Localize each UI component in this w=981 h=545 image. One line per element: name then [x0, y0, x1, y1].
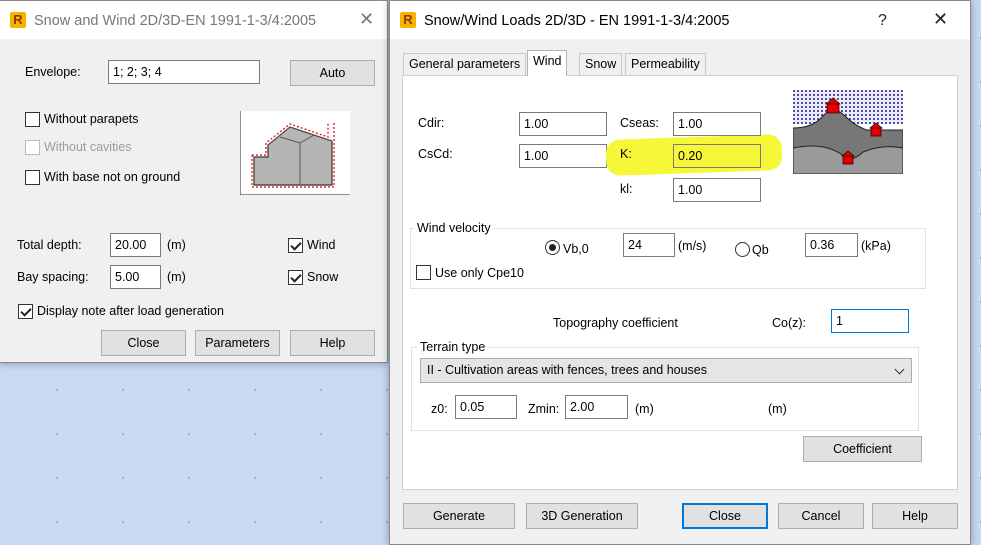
wind-checkbox[interactable] [288, 238, 303, 253]
terrain-type-group: Terrain type II - Cultivation areas with… [411, 340, 919, 431]
cseas-label: Cseas: [620, 116, 659, 130]
vb0-field[interactable]: 24 [623, 233, 675, 257]
terrain-type-group-label: Terrain type [417, 340, 489, 354]
cscd-label: CsCd: [418, 147, 453, 161]
wind-tab-panel: Cdir: 1.00 CsCd: 1.00 Cseas: 1.00 K: 0.2… [402, 75, 958, 490]
total-depth-field[interactable]: 20.00 [110, 233, 161, 257]
display-note-label: Display note after load generation [37, 304, 224, 318]
back-close-button[interactable]: Close [101, 330, 186, 356]
3d-generation-button[interactable]: 3D Generation [526, 503, 638, 529]
qb-unit: (kPa) [861, 239, 891, 253]
z0-label: z0: [431, 402, 448, 416]
back-dialog-titlebar[interactable]: R Snow and Wind 2D/3D-EN 1991-1-3/4:2005… [0, 1, 387, 39]
main-dialog-titlebar[interactable]: R Snow/Wind Loads 2D/3D - EN 1991-1-3/4:… [390, 1, 970, 39]
cancel-button[interactable]: Cancel [778, 503, 864, 529]
coefficient-button[interactable]: Coefficient [803, 436, 922, 462]
without-parapets-checkbox[interactable] [25, 112, 40, 127]
terrain-illustration-image [793, 90, 903, 174]
coz-label: Co(z): [772, 316, 807, 330]
total-depth-label: Total depth: [17, 238, 82, 252]
extra-unit: (m) [768, 402, 787, 416]
help-button[interactable]: Help [872, 503, 958, 529]
cseas-field[interactable]: 1.00 [673, 112, 761, 136]
coz-field[interactable]: 1 [831, 309, 909, 333]
bay-spacing-field[interactable]: 5.00 [110, 265, 161, 289]
use-only-cpe10-checkbox[interactable] [416, 265, 431, 280]
close-button[interactable]: Close [682, 503, 768, 529]
k-field[interactable]: 0.20 [673, 144, 761, 168]
wind-label: Wind [307, 238, 336, 252]
snow-wind-loads-dialog: R Snow/Wind Loads 2D/3D - EN 1991-1-3/4:… [389, 0, 971, 545]
use-only-cpe10-label: Use only Cpe10 [435, 266, 524, 280]
tab-permeability[interactable]: Permeability [625, 53, 706, 75]
back-help-button[interactable]: Help [290, 330, 375, 356]
snow-wind-dialog-back: R Snow and Wind 2D/3D-EN 1991-1-3/4:2005… [0, 0, 388, 363]
snow-label: Snow [307, 270, 339, 284]
kl-label: kl: [620, 182, 633, 196]
qb-label: Qb [752, 243, 769, 257]
tab-general-parameters[interactable]: General parameters [403, 53, 527, 75]
without-cavities-checkbox [25, 140, 40, 155]
main-dialog-title: Snow/Wind Loads 2D/3D - EN 1991-1-3/4:20… [424, 13, 730, 29]
z0-field[interactable]: 0.05 [455, 395, 517, 419]
parameters-button[interactable]: Parameters [195, 330, 280, 356]
topography-coefficient-label: Topography coefficient [553, 316, 678, 330]
terrain-type-dropdown[interactable]: II - Cultivation areas with fences, tree… [420, 358, 912, 383]
wind-velocity-group: Wind velocity Vb,0 24 (m/s) Qb 0.36 (kPa… [410, 221, 926, 289]
vb0-unit: (m/s) [678, 239, 707, 253]
envelope-label: Envelope: [25, 65, 81, 79]
cscd-field[interactable]: 1.00 [519, 144, 607, 168]
back-close-icon[interactable]: ✕ [359, 9, 374, 30]
building-preview-image [240, 111, 350, 195]
k-label: K: [620, 147, 632, 161]
cdir-field[interactable]: 1.00 [519, 112, 607, 136]
help-question-icon[interactable]: ? [878, 12, 887, 30]
total-depth-unit: (m) [167, 238, 186, 252]
app-logo-icon: R [400, 12, 416, 28]
close-icon[interactable]: ✕ [933, 9, 948, 30]
snow-checkbox[interactable] [288, 270, 303, 285]
generate-button[interactable]: Generate [403, 503, 515, 529]
chevron-down-icon [894, 364, 905, 375]
wind-velocity-group-label: Wind velocity [414, 221, 494, 235]
bay-spacing-unit: (m) [167, 270, 186, 284]
back-dialog-title: Snow and Wind 2D/3D-EN 1991-1-3/4:2005 [34, 13, 317, 29]
without-parapets-label: Without parapets [44, 112, 139, 126]
tab-snow[interactable]: Snow [579, 53, 623, 75]
cdir-label: Cdir: [418, 116, 445, 130]
app-logo-icon: R [10, 12, 26, 28]
envelope-field[interactable]: 1; 2; 3; 4 [108, 60, 260, 84]
terrain-type-selected: II - Cultivation areas with fences, tree… [427, 363, 708, 377]
zmin-unit: (m) [635, 402, 654, 416]
bay-spacing-label: Bay spacing: [17, 270, 89, 284]
auto-button[interactable]: Auto [290, 60, 375, 86]
with-base-checkbox[interactable] [25, 170, 40, 185]
zmin-label: Zmin: [528, 402, 560, 416]
kl-field[interactable]: 1.00 [673, 178, 761, 202]
without-cavities-label: Without cavities [44, 140, 132, 154]
zmin-field[interactable]: 2.00 [565, 395, 628, 419]
with-base-label: With base not on ground [44, 170, 181, 184]
tab-wind[interactable]: Wind [527, 50, 568, 76]
vb0-label: Vb,0 [563, 242, 589, 256]
display-note-checkbox[interactable] [18, 304, 33, 319]
qb-radio[interactable] [735, 242, 750, 257]
qb-field[interactable]: 0.36 [805, 233, 858, 257]
vb0-radio[interactable] [545, 240, 560, 255]
